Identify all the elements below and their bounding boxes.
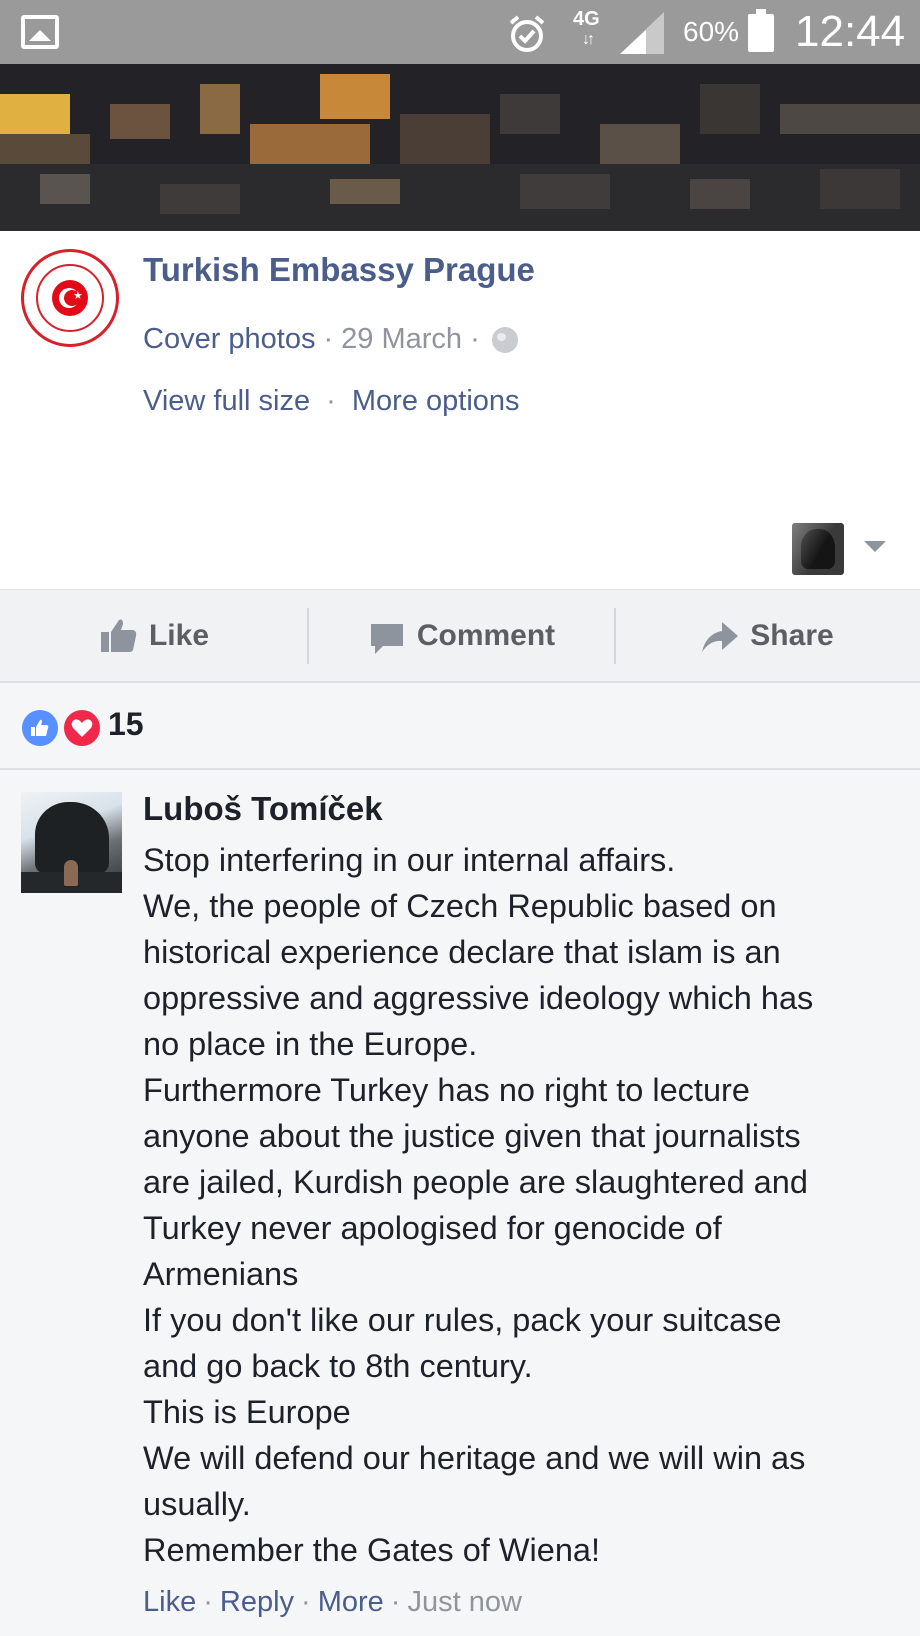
signal-icon <box>620 12 664 54</box>
meta-separator: · <box>470 323 480 355</box>
comment-line: Armenians <box>143 1256 299 1292</box>
comment-reply-link[interactable]: Reply <box>220 1586 294 1618</box>
comment-line: This is Europe <box>143 1394 351 1430</box>
network-type: 4G <box>573 8 600 30</box>
comment-button[interactable]: Comment <box>308 590 614 682</box>
star-icon: ★ <box>73 290 83 302</box>
globe-icon <box>491 326 518 353</box>
comment-label: Comment <box>416 619 556 652</box>
like-label: Like <box>148 619 210 652</box>
reactions-summary[interactable]: 15 <box>0 683 920 770</box>
battery-icon <box>748 9 774 52</box>
photo-options: View full size · More options <box>143 385 520 418</box>
battery-percent: 60% <box>683 16 740 47</box>
commenter-avatar[interactable] <box>21 792 122 893</box>
share-label: Share <box>750 619 834 652</box>
reaction-count: 15 <box>108 706 144 742</box>
data-activity-icon: ↓↑ <box>582 31 595 48</box>
comment-timestamp: Just now <box>407 1586 522 1618</box>
comment-item: Luboš Tomíček Stop interfering in our in… <box>0 770 920 1636</box>
footer-separator: · <box>203 1586 213 1618</box>
like-button[interactable]: Like <box>0 590 308 682</box>
comment-author-name[interactable]: Luboš Tomíček <box>143 790 383 828</box>
comment-line: historical experience declare that islam… <box>143 934 781 970</box>
comment-line: usually. <box>143 1486 251 1522</box>
post-meta: Cover photos · 29 March · <box>143 323 518 356</box>
post-date[interactable]: 29 March <box>341 323 462 356</box>
comment-text: Stop interfering in our internal affairs… <box>143 837 913 1573</box>
comment-line: Turkey never apologised for genocide of <box>143 1210 722 1246</box>
clock: 12:44 <box>795 7 906 56</box>
share-button[interactable]: Share <box>614 590 920 682</box>
comment-line: oppressive and aggressive ideology which… <box>143 980 814 1016</box>
post-action-bar: Like Comment Share <box>0 589 920 683</box>
cover-photo[interactable] <box>0 64 920 231</box>
share-arrow-icon <box>702 622 739 652</box>
post-header-card: ★ Turkish Embassy Prague Cover photos · … <box>0 231 920 589</box>
page-name-link[interactable]: Turkish Embassy Prague <box>143 251 535 289</box>
comment-line: If you don't like our rules, pack your s… <box>143 1302 782 1338</box>
comment-line: Remember the Gates of Wiena! <box>143 1532 600 1568</box>
cover-photo-image <box>0 64 920 231</box>
more-options-link[interactable]: More options <box>352 385 520 417</box>
meta-separator: · <box>323 323 334 355</box>
comment-line: anyone about the justice given that jour… <box>143 1118 801 1154</box>
chevron-down-icon[interactable] <box>864 541 886 552</box>
comment-actions: Like · Reply · More · Just now <box>143 1586 522 1619</box>
comment-line: no place in the Europe. <box>143 1026 478 1062</box>
comment-line: are jailed, Kurdish people are slaughter… <box>143 1164 808 1200</box>
comment-like-link[interactable]: Like <box>143 1586 196 1618</box>
love-reaction-icon <box>61 707 103 749</box>
album-link[interactable]: Cover photos <box>143 323 316 356</box>
alarm-icon <box>509 15 545 52</box>
comment-line: We, the people of Czech Republic based o… <box>143 888 777 924</box>
view-full-size-link[interactable]: View full size <box>143 385 310 417</box>
comment-line: Furthermore Turkey has no right to lectu… <box>143 1072 750 1108</box>
status-bar: 4G ↓↑ 60% 12:44 <box>0 0 920 64</box>
post-as-avatar[interactable] <box>792 523 844 575</box>
comment-line: and go back to 8th century. <box>143 1348 533 1384</box>
page-avatar[interactable]: ★ <box>21 249 119 347</box>
gallery-notification-icon <box>21 15 59 49</box>
footer-separator: · <box>390 1586 401 1618</box>
footer-separator: · <box>301 1586 311 1618</box>
comment-icon <box>370 624 403 654</box>
comment-more-link[interactable]: More <box>318 1586 384 1618</box>
options-separator: · <box>326 385 336 417</box>
comment-line: We will defend our heritage and we will … <box>143 1440 806 1476</box>
comment-line: Stop interfering in our internal affairs… <box>143 842 676 878</box>
thumbs-up-icon <box>100 619 137 652</box>
like-reaction-icon <box>19 707 61 749</box>
